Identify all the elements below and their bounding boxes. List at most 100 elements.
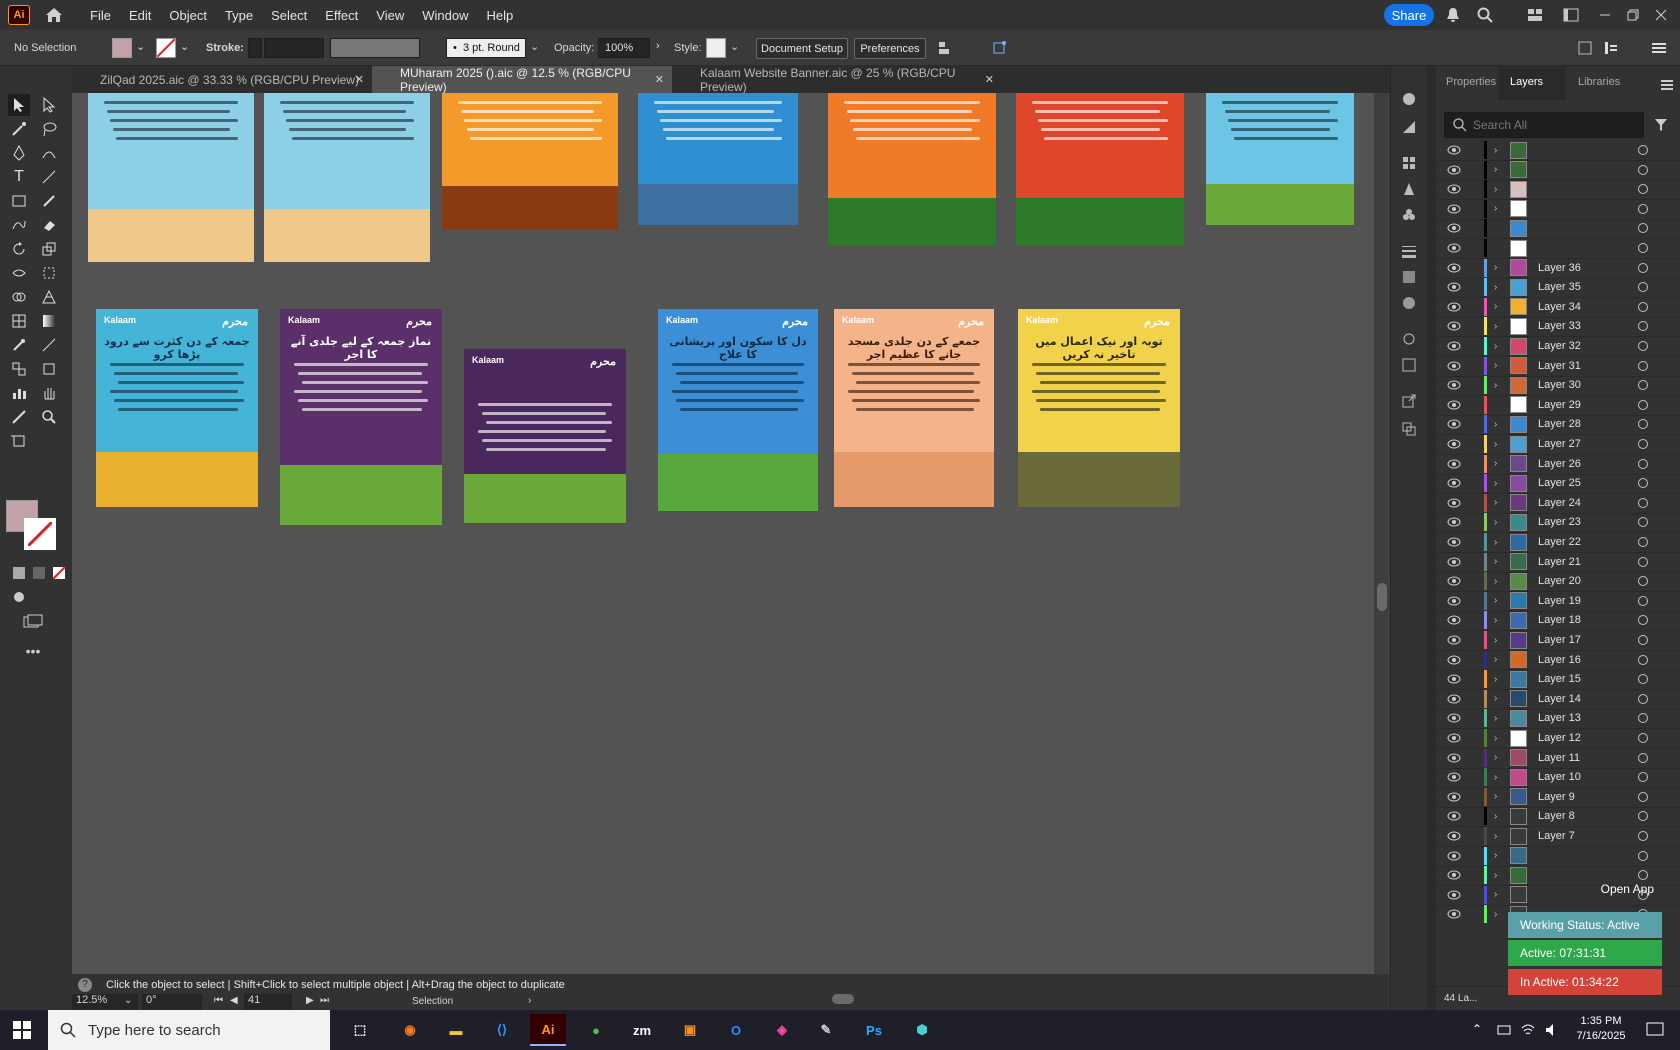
target-circle-icon[interactable] (1638, 870, 1648, 881)
minimize-icon[interactable] (1596, 6, 1614, 24)
taskbar-app-icon[interactable]: ⬢ (904, 1014, 940, 1046)
rectangle-tool-icon[interactable] (8, 190, 30, 212)
visibility-eye-icon[interactable] (1446, 830, 1462, 842)
target-circle-icon[interactable] (1638, 243, 1648, 253)
layer-row[interactable] (1436, 218, 1680, 240)
artboard-card[interactable]: Kalaam محرم جمعہ کے دن کثرت سے درود پڑھا ک… (96, 309, 258, 507)
close-window-icon[interactable] (1652, 6, 1670, 24)
target-circle-icon[interactable] (1638, 458, 1648, 469)
system-tray-chevron-icon[interactable]: ⌃ (1472, 1022, 1482, 1036)
target-circle-icon[interactable] (1638, 419, 1648, 430)
magic-wand-icon[interactable] (8, 118, 30, 140)
layer-name[interactable]: Layer 26 (1538, 458, 1581, 470)
visibility-eye-icon[interactable] (1446, 497, 1462, 509)
blend-tool-icon[interactable] (8, 358, 30, 380)
artboard-thumbnail[interactable] (638, 93, 798, 225)
target-circle-icon[interactable] (1638, 223, 1648, 234)
target-circle-icon[interactable] (1638, 399, 1648, 410)
target-circle-icon[interactable] (1638, 517, 1648, 528)
layer-name[interactable]: Layer 31 (1538, 360, 1581, 372)
artboard-canvas[interactable]: Kalaam محرم جمعہ کے دن کثرت سے درود پڑھا ک… (72, 93, 1390, 974)
layer-name[interactable]: Layer 13 (1538, 712, 1581, 724)
expand-arrow-icon[interactable]: › (1494, 713, 1497, 724)
layer-row[interactable]: › Layer 34 (1436, 297, 1680, 318)
layer-row[interactable]: › Layer 20 (1436, 571, 1680, 593)
volume-icon[interactable] (1544, 1022, 1560, 1041)
vertical-scrollbar[interactable] (1374, 93, 1390, 974)
shaper-tool-icon[interactable] (8, 214, 30, 236)
tab-muharam[interactable]: MUharam 2025 ().aic @ 12.5 % (RGB/CPU Pr… (372, 66, 672, 94)
brush-definition[interactable]: • 3 pt. Round (446, 38, 526, 58)
layer-row[interactable]: › Layer 21 (1436, 552, 1680, 573)
layer-name[interactable]: Layer 33 (1538, 320, 1581, 332)
chevron-down-icon[interactable]: ⌄ (730, 40, 739, 53)
visibility-eye-icon[interactable] (1446, 418, 1462, 430)
restore-icon[interactable] (1624, 6, 1642, 24)
taskbar-app-icon[interactable]: ◈ (764, 1014, 800, 1046)
rotate-tool-icon[interactable] (8, 238, 30, 260)
layer-row[interactable]: › Layer 35 (1436, 277, 1680, 299)
layer-name[interactable]: Layer 28 (1538, 418, 1581, 430)
home-icon[interactable] (44, 5, 64, 25)
artboard-number-field[interactable]: 41 (244, 994, 292, 1010)
taskbar-clock[interactable]: 1:35 PM 7/16/2025 (1566, 1014, 1636, 1044)
artboard-thumbnail[interactable] (442, 93, 618, 229)
menu-view[interactable]: View (376, 8, 404, 23)
visibility-eye-icon[interactable] (1446, 438, 1462, 450)
visibility-eye-icon[interactable] (1446, 144, 1462, 156)
target-circle-icon[interactable] (1638, 164, 1648, 175)
chevron-down-icon[interactable]: ⌄ (136, 40, 145, 53)
visibility-eye-icon[interactable] (1446, 712, 1462, 724)
target-circle-icon[interactable] (1638, 262, 1648, 273)
layer-name[interactable]: Layer 17 (1538, 634, 1581, 646)
screen-mode-icon[interactable] (22, 610, 44, 632)
visibility-eye-icon[interactable] (1446, 164, 1462, 176)
curvature-tool-icon[interactable] (38, 142, 60, 164)
visibility-eye-icon[interactable] (1446, 732, 1462, 744)
layer-row[interactable]: › Layer 22 (1436, 532, 1680, 553)
stroke-color-box[interactable] (24, 518, 56, 550)
layer-name[interactable]: Layer 27 (1538, 438, 1581, 450)
visibility-eye-icon[interactable] (1446, 183, 1462, 195)
layer-name[interactable]: Layer 16 (1538, 654, 1581, 666)
taskbar-app-icon[interactable]: ✎ (808, 1014, 844, 1046)
visibility-eye-icon[interactable] (1446, 810, 1462, 822)
close-icon[interactable]: ✕ (355, 73, 364, 86)
expand-arrow-icon[interactable]: › (1494, 831, 1497, 842)
layers-search-input[interactable]: Search All (1444, 112, 1644, 138)
taskbar-app-icon[interactable]: ▣ (672, 1014, 708, 1046)
bell-icon[interactable] (1444, 6, 1462, 24)
target-circle-icon[interactable] (1638, 733, 1648, 743)
layer-row[interactable]: › Layer 7 (1436, 826, 1680, 847)
artboard-card[interactable]: Kalaam محرم توبہ اور نیک اعمال میں تاخیر ن… (1018, 309, 1180, 507)
layer-row[interactable]: › Layer 30 (1436, 375, 1680, 397)
visibility-eye-icon[interactable] (1446, 222, 1462, 234)
layer-row[interactable] (1436, 238, 1680, 259)
layer-row[interactable]: Layer 29 (1436, 395, 1680, 416)
scroll-thumb[interactable] (1377, 583, 1387, 611)
taskbar-app-icon[interactable]: ● (578, 1014, 614, 1046)
chevron-right-icon[interactable]: › (528, 995, 531, 1006)
visibility-eye-icon[interactable] (1446, 556, 1462, 568)
expand-arrow-icon[interactable]: › (1494, 164, 1497, 175)
image-trace-icon[interactable] (1398, 328, 1420, 350)
artboards-panel-icon[interactable] (1398, 354, 1420, 376)
panel-toggle-icon[interactable] (1600, 37, 1622, 59)
menu-window[interactable]: Window (422, 8, 468, 23)
target-circle-icon[interactable] (1638, 537, 1648, 547)
artboard-thumbnail[interactable] (1016, 93, 1184, 245)
target-circle-icon[interactable] (1638, 811, 1648, 822)
type-tool-icon[interactable]: T (8, 166, 30, 188)
pen-tool-icon[interactable] (8, 142, 30, 164)
hand-tool-icon[interactable] (38, 382, 60, 404)
layer-row[interactable]: › Layer 16 (1436, 650, 1680, 671)
artboard-tool-icon[interactable] (8, 430, 30, 452)
expand-arrow-icon[interactable]: › (1494, 850, 1497, 861)
visibility-eye-icon[interactable] (1446, 477, 1462, 489)
chevron-down-icon[interactable]: ⌄ (180, 40, 189, 53)
expand-arrow-icon[interactable]: › (1494, 654, 1497, 665)
target-circle-icon[interactable] (1638, 380, 1648, 391)
eraser-icon[interactable] (38, 214, 60, 236)
layer-row[interactable]: › Layer 12 (1436, 728, 1680, 749)
expand-arrow-icon[interactable]: › (1494, 262, 1497, 273)
